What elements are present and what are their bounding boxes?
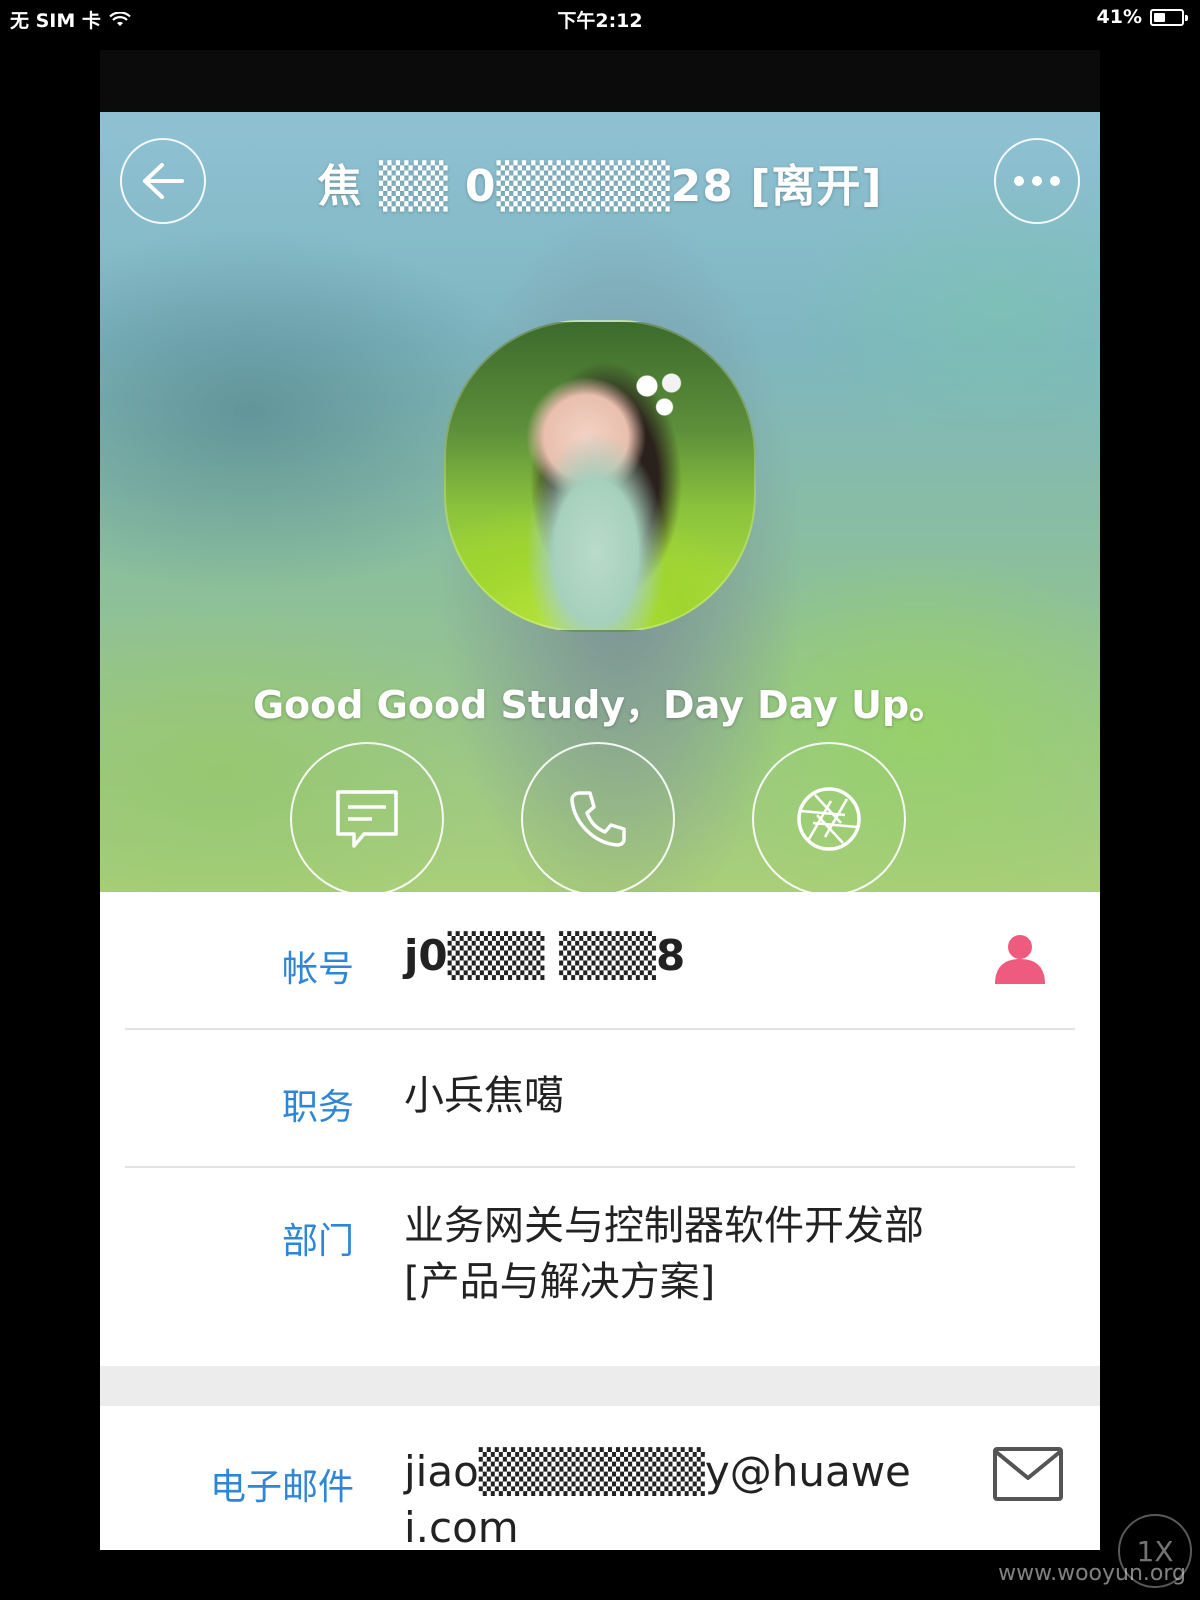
more-button[interactable]	[994, 138, 1080, 224]
account-row: 帐号 j0▒▒▒ ▒▒▒8	[100, 892, 1100, 1030]
call-button[interactable]	[521, 742, 675, 892]
message-icon	[336, 790, 398, 848]
back-button[interactable]	[120, 138, 206, 224]
avatar-flowers	[626, 362, 696, 422]
department-label: 部门	[281, 1221, 354, 1262]
department-row: 部门 业务网关与控制器软件开发部 [产品与解决方案]	[100, 1168, 1100, 1366]
status-right: 41%	[1096, 6, 1188, 28]
contact-name-title: 焦 ▒▒ 0▒▒▒▒▒28 [离开]	[317, 161, 883, 212]
account-value: j0▒▒▒ ▒▒▒8	[404, 931, 686, 980]
camera-button[interactable]	[752, 742, 906, 892]
contact-info-list: 帐号 j0▒▒▒ ▒▒▒8 职务 小兵焦噶 部门 业务网关与控制器软件开发部 […	[100, 892, 1100, 1550]
battery-percent: 41%	[1096, 6, 1142, 28]
status-bar: 无 SIM 卡 下午2:12 41%	[0, 0, 1200, 34]
message-button[interactable]	[290, 742, 444, 892]
department-value: 业务网关与控制器软件开发部 [产品与解决方案]	[404, 1203, 924, 1305]
ellipsis-icon	[1014, 176, 1060, 186]
account-label: 帐号	[281, 949, 354, 990]
mail-icon[interactable]	[992, 1446, 1064, 1502]
battery-icon	[1150, 8, 1188, 26]
camera-aperture-icon	[797, 787, 861, 851]
position-row: 职务 小兵焦噶	[100, 1030, 1100, 1168]
status-time: 下午2:12	[557, 10, 643, 32]
app-window: 焦 ▒▒ 0▒▒▒▒▒28 [离开] Good Good Study，Day D…	[100, 50, 1100, 1550]
position-label: 职务	[281, 1087, 354, 1128]
profile-hero: 焦 ▒▒ 0▒▒▒▒▒28 [离开] Good Good Study，Day D…	[100, 112, 1100, 892]
position-value: 小兵焦噶	[404, 1073, 564, 1119]
arrow-left-icon	[143, 163, 184, 199]
email-row: 电子邮件 jiao▒▒▒▒▒▒▒y@huawei.com	[100, 1406, 1100, 1550]
email-value[interactable]: jiao▒▒▒▒▒▒▒y@huawei.com	[404, 1444, 924, 1550]
top-strip	[100, 50, 1100, 112]
avatar[interactable]	[444, 320, 756, 632]
profile-motto: Good Good Study，Day Day Up。	[252, 683, 948, 727]
phone-icon	[570, 791, 626, 847]
person-icon[interactable]	[993, 932, 1047, 986]
section-gap	[100, 1366, 1100, 1406]
email-label: 电子邮件	[209, 1467, 354, 1508]
watermark-text: www.wooyun.org	[998, 1561, 1186, 1586]
